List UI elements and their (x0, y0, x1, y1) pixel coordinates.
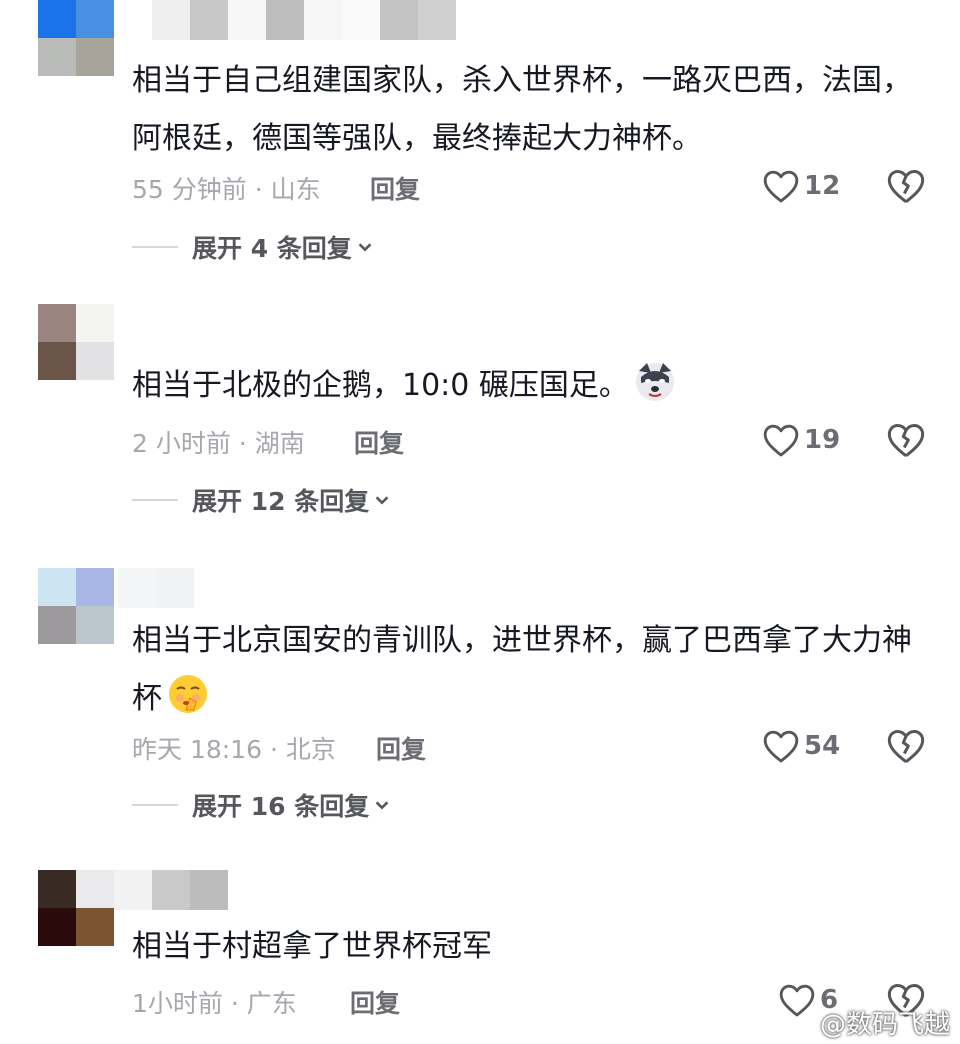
comment-text: 相当于村超拿了世界杯冠军 (132, 929, 492, 964)
heart-outline-icon (763, 730, 799, 763)
divider (132, 499, 178, 501)
like-button[interactable]: 54 (762, 726, 840, 766)
avatar[interactable] (38, 304, 114, 380)
expand-replies-button[interactable]: 展开 16 条回复 (132, 785, 391, 825)
comment-text: 相当于北京国安的青训队，进世界杯，赢了巴西拿了大力神杯 (132, 612, 912, 728)
broken-heart-icon[interactable] (886, 420, 926, 460)
like-button[interactable]: 12 (762, 166, 840, 206)
broken-heart-icon[interactable] (886, 726, 926, 766)
expand-replies-label: 展开 12 条回复 (192, 487, 370, 516)
username-blurred[interactable] (114, 870, 228, 910)
username-blurred[interactable] (152, 0, 456, 40)
chevron-down-icon (375, 496, 389, 505)
username-blurred[interactable] (118, 568, 194, 608)
divider (132, 246, 178, 248)
like-count: 19 (804, 425, 841, 455)
reply-button[interactable]: 回复 (376, 730, 426, 766)
avatar[interactable] (38, 568, 114, 644)
comment-text-content: 相当于北极的企鹅，10:0 碾压国足。 (132, 368, 629, 403)
reply-button[interactable]: 回复 (350, 984, 400, 1020)
avatar[interactable] (38, 0, 114, 76)
divider (132, 804, 178, 806)
expand-replies-button[interactable]: 展开 4 条回复 (132, 227, 374, 267)
avatar[interactable] (38, 870, 114, 946)
chevron-down-icon (375, 801, 389, 810)
comment-meta: 1小时前 · 广东 (132, 989, 297, 1018)
comment-text: 相当于自己组建国家队，杀入世界杯，一路灭巴西，法国，阿根廷，德国等强队，最终捧起… (132, 63, 912, 156)
weibo-logo-icon (790, 1016, 818, 1036)
expand-replies-label: 展开 4 条回复 (192, 234, 352, 263)
shush-emoji (169, 675, 207, 713)
like-count: 12 (804, 171, 841, 201)
wolf-emoji (635, 363, 674, 401)
comment-meta: 昨天 18:16 · 北京 (132, 735, 336, 764)
reply-button[interactable]: 回复 (370, 170, 420, 206)
comment-text: 相当于北极的企鹅，10:0 碾压国足。 (132, 357, 912, 415)
comment-meta: 2 小时前 · 湖南 (132, 429, 305, 458)
expand-replies-label: 展开 16 条回复 (192, 792, 370, 821)
comment-meta: 55 分钟前 · 山东 (132, 175, 321, 204)
watermark-text: @数码飞越 (820, 1010, 951, 1040)
comment-text-content: 相当于北京国安的青训队，进世界杯，赢了巴西拿了大力神杯 (132, 623, 912, 716)
watermark: @数码飞越 (790, 1004, 950, 1041)
reply-button[interactable]: 回复 (354, 424, 404, 460)
chevron-down-icon (358, 243, 372, 252)
heart-outline-icon (763, 170, 799, 203)
heart-outline-icon (763, 424, 799, 457)
expand-replies-button[interactable]: 展开 12 条回复 (132, 480, 391, 520)
like-button[interactable]: 19 (762, 420, 840, 460)
broken-heart-icon[interactable] (886, 166, 926, 206)
like-count: 54 (804, 731, 841, 761)
